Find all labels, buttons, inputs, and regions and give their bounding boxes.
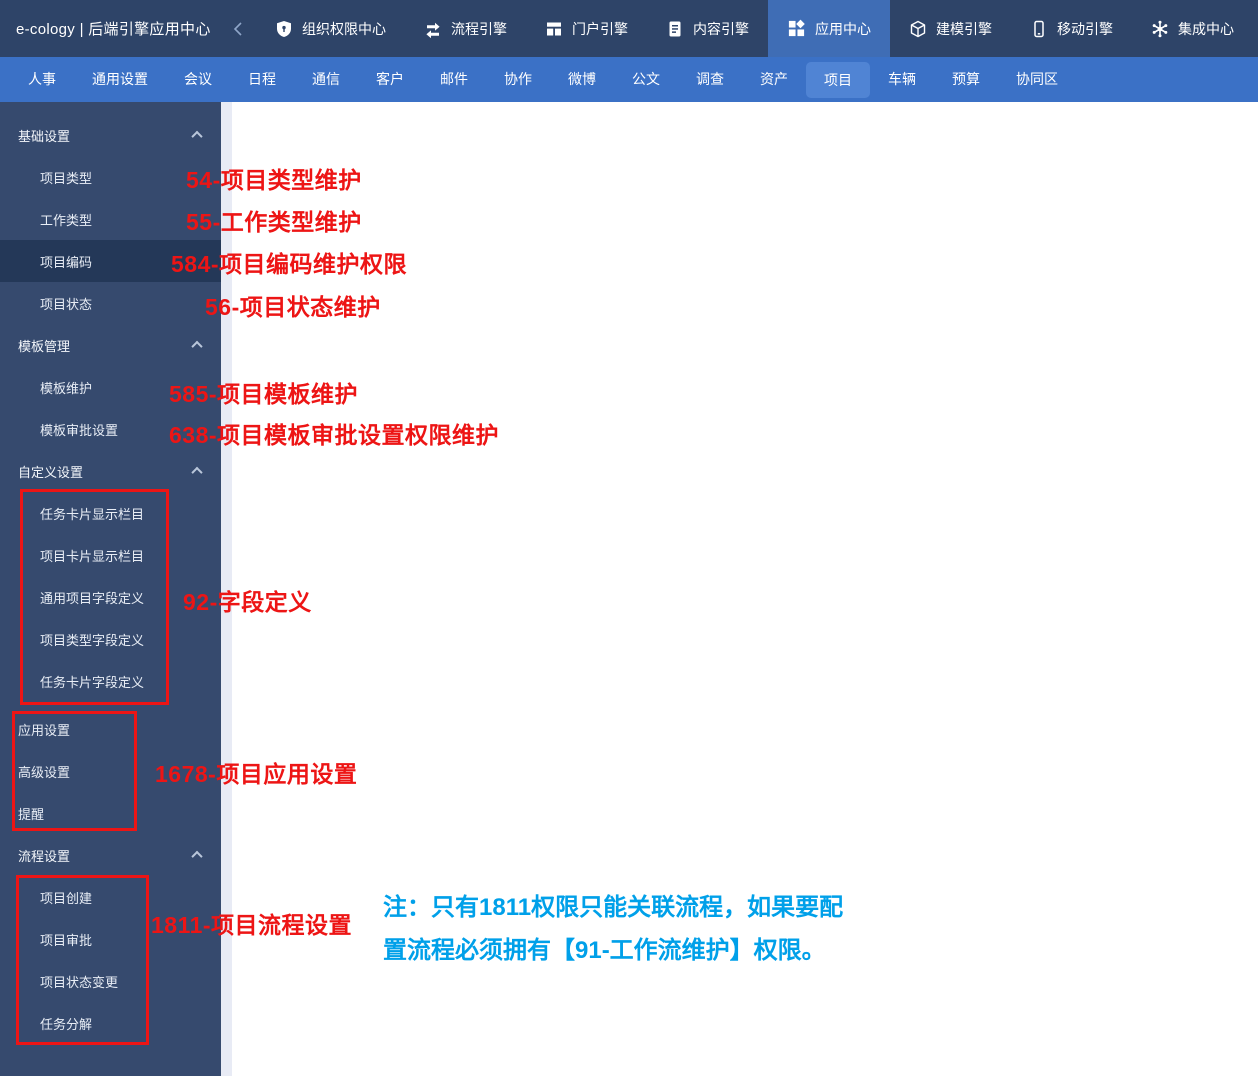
- sub-nav-item-collab-zone[interactable]: 协同区: [998, 57, 1076, 102]
- sidebar-item-label: 项目状态变更: [40, 974, 119, 990]
- sub-nav-item-schedule[interactable]: 日程: [230, 57, 294, 102]
- sidebar-header-label: 基础设置: [18, 128, 71, 144]
- sidebar-item-app-settings[interactable]: 应用设置: [0, 708, 221, 750]
- top-nav-item-modeling-engine[interactable]: 建模引擎: [890, 0, 1011, 57]
- top-nav-item-org-permission-center[interactable]: 组织权限中心: [256, 0, 405, 57]
- red-annotation-1811: 1811-项目流程设置: [151, 912, 353, 938]
- chevron-left-icon: [233, 21, 242, 36]
- top-nav-label: 内容引擎: [693, 20, 749, 37]
- sidebar-item-task-card-fields[interactable]: 任务卡片字段定义: [0, 660, 221, 702]
- note-line-1: 注：只有1811权限只能关联流程，如果要配: [383, 894, 844, 921]
- sub-nav-item-communication[interactable]: 通信: [294, 57, 358, 102]
- red-annotation-54: 54-项目类型维护: [186, 167, 362, 193]
- sidebar-header-template-mgmt[interactable]: 模板管理: [0, 324, 221, 366]
- chevron-up-icon: [191, 130, 203, 143]
- top-nav-item-app-center[interactable]: 应用中心: [768, 0, 890, 57]
- sidebar-item-label: 项目编码: [40, 254, 93, 270]
- app-grid-icon: [787, 19, 806, 38]
- sub-nav-item-general-settings[interactable]: 通用设置: [74, 57, 166, 102]
- module-nav: 人事 通用设置 会议 日程 通信 客户 邮件 协作 微博 公文 调查 资产 项目…: [0, 57, 1258, 102]
- red-annotation-584: 584-项目编码维护权限: [171, 251, 408, 277]
- cube-icon: [909, 20, 927, 38]
- sidebar-item-label: 项目状态: [40, 296, 93, 312]
- sidebar-item-label: 应用设置: [18, 722, 71, 738]
- sidebar-item-label: 项目创建: [40, 890, 93, 906]
- sub-nav-item-budget[interactable]: 预算: [934, 57, 998, 102]
- top-nav: 组织权限中心 流程引擎 门户引擎 内容引擎 应用中心 建模引擎 移动引擎 集成中…: [256, 0, 1253, 57]
- shield-icon: [275, 20, 293, 38]
- sidebar-item-label: 任务卡片字段定义: [40, 674, 145, 690]
- top-nav-label: 集成中心: [1178, 20, 1234, 37]
- top-nav-label: 组织权限中心: [302, 20, 386, 37]
- sidebar-header-label: 自定义设置: [18, 464, 84, 480]
- sidebar-item-project-status[interactable]: 项目状态: [0, 282, 221, 324]
- sidebar-item-label: 模板审批设置: [40, 422, 119, 438]
- red-annotation-638: 638-项目模板审批设置权限维护: [169, 422, 500, 448]
- sidebar-item-label: 模板维护: [40, 380, 93, 396]
- sidebar-header-label: 模板管理: [18, 338, 71, 354]
- sidebar-item-project-status-change[interactable]: 项目状态变更: [0, 960, 221, 1002]
- sidebar-item-label: 项目类型: [40, 170, 93, 186]
- red-annotation-585: 585-项目模板维护: [169, 381, 359, 407]
- integration-hub-icon: [1151, 20, 1169, 38]
- sidebar-header-label: 流程设置: [18, 848, 71, 864]
- sub-nav-item-project[interactable]: 项目: [806, 61, 870, 98]
- chevron-up-icon: [191, 850, 203, 863]
- sidebar-header-workflow-settings[interactable]: 流程设置: [0, 834, 221, 876]
- sub-nav-item-collaboration[interactable]: 协作: [486, 57, 550, 102]
- document-icon: [666, 20, 684, 38]
- collapse-sidebar-button[interactable]: [220, 0, 256, 57]
- sidebar-item-reminder[interactable]: 提醒: [0, 792, 221, 834]
- top-nav-item-workflow-engine[interactable]: 流程引擎: [405, 0, 526, 57]
- sidebar-item-project-type-fields[interactable]: 项目类型字段定义: [0, 618, 221, 660]
- chevron-up-icon: [191, 340, 203, 353]
- sidebar-header-basic-settings[interactable]: 基础设置: [0, 114, 221, 156]
- top-nav-label: 门户引擎: [572, 20, 628, 37]
- sub-nav-item-customer[interactable]: 客户: [358, 57, 422, 102]
- note-line-2: 置流程必须拥有【91-工作流维护】权限。: [383, 937, 826, 964]
- sub-nav-item-meeting[interactable]: 会议: [166, 57, 230, 102]
- app-header: e-cology | 后端引擎应用中心 组织权限中心 流程引擎 门户引擎 内容引…: [0, 0, 1258, 57]
- top-nav-item-portal-engine[interactable]: 门户引擎: [526, 0, 647, 57]
- sidebar-item-label: 项目审批: [40, 932, 93, 948]
- top-nav-item-content-engine[interactable]: 内容引擎: [647, 0, 768, 57]
- sidebar-item-label: 通用项目字段定义: [40, 590, 145, 606]
- sub-nav-item-email[interactable]: 邮件: [422, 57, 486, 102]
- red-annotation-55: 55-工作类型维护: [186, 209, 362, 235]
- flow-arrows-icon: [424, 20, 442, 38]
- sidebar-item-label: 工作类型: [40, 212, 93, 228]
- mobile-phone-icon: [1030, 20, 1048, 38]
- sidebar-item-label: 高级设置: [18, 764, 71, 780]
- portal-layout-icon: [545, 20, 563, 38]
- sub-nav-item-survey[interactable]: 调查: [678, 57, 742, 102]
- top-nav-item-integration-center[interactable]: 集成中心: [1132, 0, 1253, 57]
- sidebar-item-label: 任务卡片显示栏目: [40, 506, 145, 522]
- sidebar-item-project-card-columns[interactable]: 项目卡片显示栏目: [0, 534, 221, 576]
- red-annotation-1678: 1678-项目应用设置: [155, 761, 358, 787]
- sidebar-header-custom-settings[interactable]: 自定义设置: [0, 450, 221, 492]
- note-text: 注：只有1811权限只能关联流程，如果要配 置流程必须拥有【91-工作流维护】权…: [383, 886, 843, 972]
- sidebar-item-task-card-columns[interactable]: 任务卡片显示栏目: [0, 492, 221, 534]
- sub-nav-item-vehicle[interactable]: 车辆: [870, 57, 934, 102]
- sub-nav-item-weibo[interactable]: 微博: [550, 57, 614, 102]
- chevron-up-icon: [191, 466, 203, 479]
- top-nav-label: 移动引擎: [1057, 20, 1113, 37]
- red-annotation-92: 92-字段定义: [183, 589, 312, 615]
- sub-nav-item-official-doc[interactable]: 公文: [614, 57, 678, 102]
- sidebar-item-label: 项目卡片显示栏目: [40, 548, 145, 564]
- top-nav-label: 应用中心: [815, 20, 871, 37]
- app-logo: e-cology | 后端引擎应用中心: [16, 21, 211, 38]
- top-nav-item-mobile-engine[interactable]: 移动引擎: [1011, 0, 1132, 57]
- top-nav-label: 建模引擎: [936, 20, 992, 37]
- top-nav-label: 流程引擎: [451, 20, 507, 37]
- sidebar-item-label: 任务分解: [40, 1016, 93, 1032]
- sidebar-item-task-breakdown[interactable]: 任务分解: [0, 1002, 221, 1044]
- red-annotation-56: 56-项目状态维护: [205, 294, 381, 320]
- sub-nav-item-hr[interactable]: 人事: [10, 57, 74, 102]
- sidebar-item-label: 项目类型字段定义: [40, 632, 145, 648]
- sub-nav-item-asset[interactable]: 资产: [742, 57, 806, 102]
- sidebar-item-label: 提醒: [18, 806, 45, 822]
